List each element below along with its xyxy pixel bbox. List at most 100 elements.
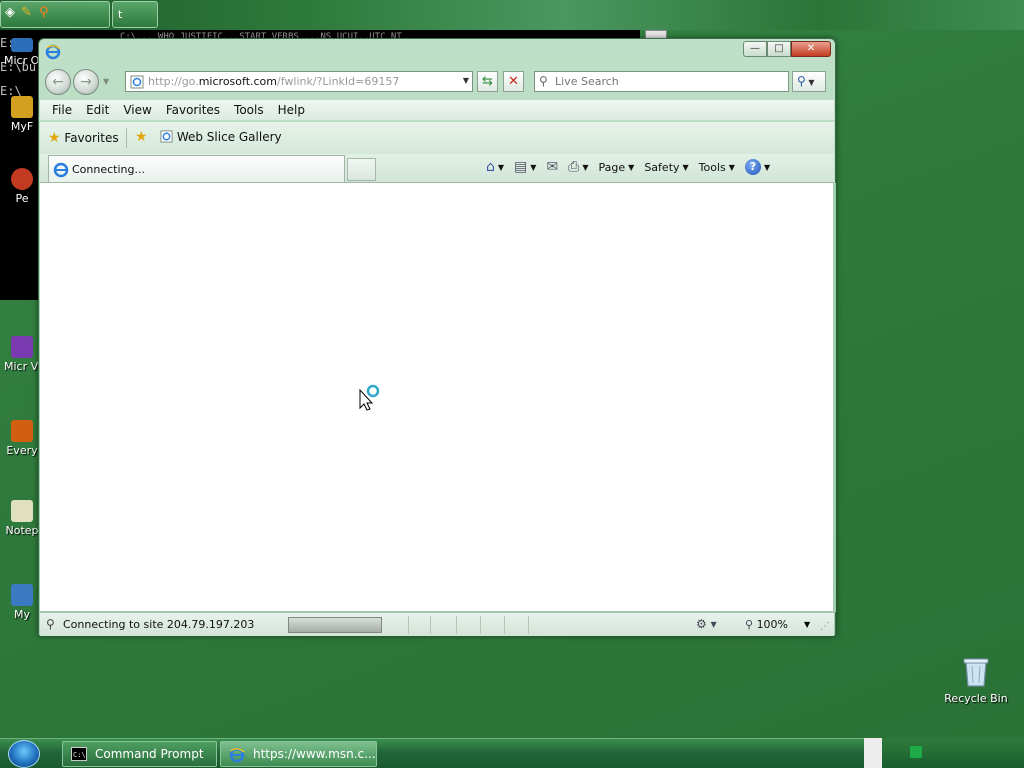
status-separator xyxy=(480,616,481,634)
resize-grip[interactable]: ⋰ xyxy=(820,621,830,632)
page-content[interactable] xyxy=(40,182,836,612)
status-bar: ⚲ Connecting to site 204.79.197.203 ⚙ ▾ … xyxy=(40,612,834,636)
maximize-button[interactable]: □ xyxy=(767,41,791,57)
computer-icon xyxy=(11,584,33,606)
search-options-dropdown[interactable]: ▼ xyxy=(808,78,814,87)
status-separator xyxy=(456,616,457,634)
content-edge xyxy=(833,183,836,612)
protected-mode-icon[interactable]: ⚙ ▾ xyxy=(696,617,717,631)
zoom-level[interactable]: ⚲ 100% xyxy=(745,618,788,631)
progress-fill xyxy=(289,618,381,632)
background-window-title: t xyxy=(118,8,123,21)
close-button[interactable]: ✕ xyxy=(791,41,831,57)
desktop-icon-recycle-bin[interactable]: Recycle Bin xyxy=(944,656,1008,705)
status-text: Connecting to site 204.79.197.203 xyxy=(63,618,255,631)
status-separator xyxy=(408,616,409,634)
background-quicklaunch[interactable]: ◈ ✎ ⚲ xyxy=(0,1,110,28)
chevron-down-icon: ▼ xyxy=(728,162,735,172)
progress-bar xyxy=(288,617,382,633)
zoom-icon: ⚲ xyxy=(745,618,754,631)
quicklaunch-icon[interactable]: ✎ xyxy=(21,5,32,20)
menu-favorites[interactable]: Favorites xyxy=(154,100,220,120)
status-separator xyxy=(528,616,529,634)
web-slice-gallery-link[interactable]: Web Slice Gallery xyxy=(160,130,282,144)
desktop-icon-notepad[interactable]: Notep xyxy=(4,500,40,537)
svg-text:C:\: C:\ xyxy=(73,751,86,759)
ie-window: — □ ✕ ← → ▼ http://go.microsoft.com/fwli… xyxy=(38,38,836,636)
quicklaunch-icon[interactable]: ◈ xyxy=(5,5,15,20)
menu-bar: File Edit View Favorites Tools Help xyxy=(40,100,834,120)
command-bar: ⌂ ▼ ▤ ▼ ✉ ⎙ ▼ Page ▼ Safety ▼ Tools ▼ ? … xyxy=(486,159,780,175)
search-box: ⚲ xyxy=(534,71,789,92)
tab-connecting[interactable]: Connecting... xyxy=(48,155,345,182)
page-icon xyxy=(130,75,144,89)
recycle-bin-label: Recycle Bin xyxy=(944,692,1008,705)
chevron-down-icon: ▼ xyxy=(763,162,771,172)
busy-cursor-icon xyxy=(359,384,380,411)
status-separator xyxy=(504,616,505,634)
start-button[interactable] xyxy=(8,740,40,768)
background-window-strip: ◈ ✎ ⚲ t xyxy=(0,0,1024,30)
address-url: http://go.microsoft.com/fwlink/?LinkId=6… xyxy=(148,75,400,88)
ie-logo-icon xyxy=(229,747,245,763)
new-tab-button[interactable] xyxy=(347,158,376,181)
forward-button[interactable]: → xyxy=(73,69,99,95)
print-icon: ⎙ xyxy=(568,159,580,175)
page-menu-button[interactable]: Page ▼ xyxy=(599,161,635,174)
feeds-button[interactable]: ▤ ▼ xyxy=(514,159,536,175)
menu-edit[interactable]: Edit xyxy=(74,100,109,120)
search-input[interactable] xyxy=(555,73,785,90)
help-button[interactable]: ? ▼ xyxy=(744,159,771,175)
stop-button[interactable]: ✕ xyxy=(503,71,524,92)
keyboard-language-icon[interactable] xyxy=(864,738,882,768)
navigation-bar: ← → ▼ http://go.microsoft.com/fwlink/?Li… xyxy=(39,67,835,99)
status-separator xyxy=(430,616,431,634)
home-button[interactable]: ⌂ ▼ xyxy=(486,159,504,175)
help-icon: ? xyxy=(744,159,761,175)
refresh-button[interactable]: ⇆ xyxy=(477,71,498,92)
taskbar-internet-explorer[interactable]: https://www.msn.c... xyxy=(220,741,377,767)
add-to-favorites-bar-button[interactable]: ★ xyxy=(135,129,148,145)
title-bar[interactable]: — □ ✕ xyxy=(39,39,835,65)
chevron-down-icon[interactable]: ▼ xyxy=(498,163,504,172)
address-dropdown-icon[interactable]: ▼ xyxy=(463,76,469,85)
desktop-icon-myfiles[interactable]: MyF xyxy=(4,96,40,133)
taskbar-command-prompt[interactable]: C:\ Command Prompt xyxy=(62,741,217,767)
menu-file[interactable]: File xyxy=(40,100,72,120)
tab-row: Connecting... ⌂ ▼ ▤ ▼ ✉ ⎙ ▼ Page ▼ Safet… xyxy=(40,154,834,182)
menu-view[interactable]: View xyxy=(111,100,151,120)
loading-ie-icon xyxy=(53,162,69,178)
tools-menu-button[interactable]: Tools ▼ xyxy=(699,161,735,174)
chevron-down-icon[interactable]: ▼ xyxy=(530,163,536,172)
system-tray xyxy=(882,738,1024,768)
desktop-icon-every[interactable]: Every xyxy=(4,420,40,457)
recent-pages-dropdown[interactable]: ▼ xyxy=(103,77,109,86)
minimize-button[interactable]: — xyxy=(743,41,767,57)
desktop-icon-visual-studio[interactable]: Micr Visual xyxy=(4,336,40,373)
safety-menu-button[interactable]: Safety ▼ xyxy=(644,161,688,174)
print-button[interactable]: ⎙ ▼ xyxy=(568,159,588,175)
visual-studio-icon xyxy=(11,336,33,358)
app-icon xyxy=(11,420,33,442)
status-search-icon: ⚲ xyxy=(46,617,55,631)
app-icon xyxy=(11,168,33,190)
quicklaunch-search-icon[interactable]: ⚲ xyxy=(39,5,49,20)
desktop-icon-pe[interactable]: Pe xyxy=(4,168,40,205)
ie-page-icon xyxy=(160,130,173,143)
chevron-down-icon: ▼ xyxy=(682,162,689,172)
rss-feed-icon: ▤ xyxy=(514,159,528,175)
chevron-down-icon[interactable]: ▼ xyxy=(582,163,588,172)
search-button[interactable]: ⚲ ▼ xyxy=(792,71,826,92)
back-button[interactable]: ← xyxy=(45,69,71,95)
desktop-icon-my[interactable]: My xyxy=(4,584,40,621)
tab-title: Connecting... xyxy=(72,163,145,176)
tray-app-icon[interactable] xyxy=(910,746,922,758)
zoom-dropdown[interactable]: ▼ xyxy=(804,620,810,629)
notepad-icon xyxy=(11,500,33,522)
menu-tools[interactable]: Tools xyxy=(222,100,264,120)
menu-help[interactable]: Help xyxy=(266,100,305,120)
address-bar[interactable]: http://go.microsoft.com/fwlink/?LinkId=6… xyxy=(125,71,473,92)
desktop-icon-outlook[interactable]: Micr Out xyxy=(4,38,40,67)
favorites-button[interactable]: ★ Favorites xyxy=(48,130,119,146)
read-mail-button[interactable]: ✉ xyxy=(546,159,558,175)
